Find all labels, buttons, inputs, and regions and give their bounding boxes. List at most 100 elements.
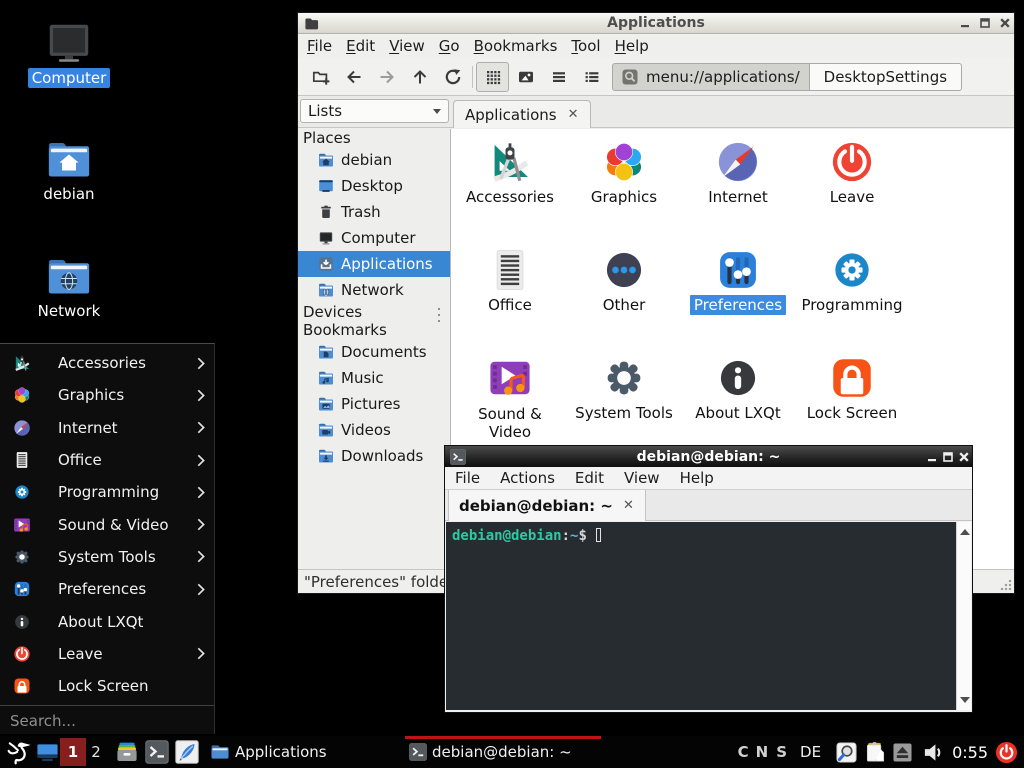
menu-search-input[interactable]: Search...: [0, 706, 214, 735]
start-menu: Accessories Graphics Internet Office Pro…: [0, 343, 215, 734]
tray-removable-media[interactable]: [893, 743, 912, 762]
app-other[interactable]: Other: [567, 250, 681, 315]
sidebar-view-selector[interactable]: Lists: [300, 99, 449, 123]
path-segment-current[interactable]: menu://applications/: [612, 63, 810, 91]
sidebar-item-debian[interactable]: debian: [298, 147, 450, 173]
menu-item-preferences[interactable]: Preferences: [0, 573, 214, 605]
menu-go[interactable]: Go: [432, 35, 467, 57]
back-button[interactable]: [337, 62, 370, 92]
menu-edit[interactable]: Edit: [339, 35, 382, 57]
menu-file[interactable]: File: [445, 467, 490, 489]
menu-item-about-lxqt[interactable]: About LXQt: [0, 605, 214, 637]
sidebar-item-downloads[interactable]: Downloads: [298, 443, 450, 469]
app-lock-screen[interactable]: Lock Screen: [795, 358, 909, 423]
start-menu-button[interactable]: [0, 739, 34, 766]
terminal-scrollbar[interactable]: [956, 522, 971, 710]
app-sound-video[interactable]: Sound & Video: [453, 358, 567, 441]
menu-item-internet[interactable]: Internet: [0, 412, 214, 444]
menu-help[interactable]: Help: [670, 467, 724, 489]
sidebar-item-computer[interactable]: Computer: [298, 225, 450, 251]
maximize-button[interactable]: [979, 17, 991, 29]
tray-volume[interactable]: [922, 741, 945, 764]
terminal-titlebar[interactable]: debian@debian: ~: [445, 446, 972, 467]
app-accessories[interactable]: Accessories: [453, 142, 567, 207]
tab-close-icon[interactable]: ✕: [568, 107, 579, 122]
lxqt-logo-icon: [4, 739, 31, 766]
sidebar-item-music[interactable]: Music: [298, 365, 450, 391]
menu-item-system-tools[interactable]: System Tools: [0, 541, 214, 573]
keyboard-layout-indicator[interactable]: DE: [800, 743, 821, 761]
scroll-up-icon[interactable]: [959, 526, 971, 538]
app-internet[interactable]: Internet: [681, 142, 795, 207]
desktop-icon-computer[interactable]: Computer: [21, 22, 117, 88]
app-graphics[interactable]: Graphics: [567, 142, 681, 207]
clock[interactable]: 0:55: [952, 743, 988, 762]
workspace-2-button[interactable]: 2: [86, 738, 106, 766]
menu-item-sound-video[interactable]: Sound & Video: [0, 508, 214, 540]
terminal-tab[interactable]: debian@debian: ~ ✕: [448, 490, 646, 521]
leave-button[interactable]: [995, 741, 1018, 764]
scroll-down-icon[interactable]: [959, 694, 971, 706]
sidebar-item-trash[interactable]: Trash: [298, 199, 450, 225]
sidebar-item-documents[interactable]: Documents: [298, 339, 450, 365]
new-tab-button[interactable]: [304, 62, 337, 92]
detailed-view-button[interactable]: [575, 62, 608, 92]
show-desktop-button[interactable]: [34, 741, 60, 764]
minimize-button[interactable]: [926, 451, 938, 463]
close-button[interactable]: [958, 451, 970, 463]
tab-close-icon[interactable]: ✕: [623, 498, 634, 513]
desktop-icon-debian[interactable]: debian: [21, 138, 117, 204]
menu-view[interactable]: View: [614, 467, 670, 489]
terminal-content[interactable]: debian@debian:~$: [446, 522, 971, 710]
menu-item-leave[interactable]: Leave: [0, 638, 214, 670]
sidebar-item-desktop[interactable]: Desktop: [298, 173, 450, 199]
compact-view-button[interactable]: [542, 62, 575, 92]
fm-titlebar[interactable]: Applications: [298, 13, 1014, 34]
app-preferences[interactable]: Preferences: [681, 250, 795, 315]
tab-applications[interactable]: Applications ✕: [453, 100, 591, 128]
menu-view[interactable]: View: [382, 35, 432, 57]
quicklaunch-terminal[interactable]: [142, 740, 172, 764]
forward-button[interactable]: [370, 62, 403, 92]
sidebar-item-applications[interactable]: Applications: [298, 251, 450, 277]
desktop-icon-network[interactable]: Network: [21, 255, 117, 321]
toolbar-separator: [472, 66, 473, 88]
refresh-button[interactable]: [436, 62, 469, 92]
quicklaunch-featherpad[interactable]: [172, 740, 202, 764]
volume-icon: [922, 741, 945, 764]
thumbnail-view-button[interactable]: [509, 62, 542, 92]
close-button[interactable]: [999, 17, 1011, 29]
workspace-1-button[interactable]: 1: [60, 738, 86, 766]
menu-actions[interactable]: Actions: [490, 467, 565, 489]
task-button-terminal[interactable]: debian@debian: ~: [405, 736, 601, 768]
menu-item-programming[interactable]: Programming: [0, 476, 214, 508]
minimize-button[interactable]: [959, 17, 971, 29]
app-system-tools[interactable]: System Tools: [567, 358, 681, 423]
app-leave[interactable]: Leave: [795, 142, 909, 207]
tray-clipboard[interactable]: [864, 741, 887, 764]
path-segment-desktopsettings[interactable]: DesktopSettings: [810, 63, 962, 91]
app-office[interactable]: Office: [453, 250, 567, 315]
task-button-applications[interactable]: Applications: [206, 736, 402, 768]
menu-tool[interactable]: Tool: [564, 35, 607, 57]
menu-bookmarks[interactable]: Bookmarks: [467, 35, 565, 57]
sidebar-item-pictures[interactable]: Pictures: [298, 391, 450, 417]
quicklaunch-file-manager[interactable]: [112, 740, 142, 764]
app-programming[interactable]: Programming: [795, 250, 909, 315]
menu-help[interactable]: Help: [608, 35, 656, 57]
back-icon: [345, 68, 363, 86]
tray-screenshot[interactable]: [836, 742, 857, 763]
menu-item-accessories[interactable]: Accessories: [0, 347, 214, 379]
icon-view-button[interactable]: [476, 62, 509, 92]
sidebar-item-videos[interactable]: Videos: [298, 417, 450, 443]
resize-grip[interactable]: [1000, 579, 1012, 591]
menu-item-office[interactable]: Office: [0, 444, 214, 476]
up-button[interactable]: [403, 62, 436, 92]
app-about-lxqt[interactable]: About LXQt: [681, 358, 795, 423]
menu-item-graphics[interactable]: Graphics: [0, 379, 214, 411]
maximize-button[interactable]: [942, 451, 954, 463]
menu-file[interactable]: File: [300, 35, 339, 57]
menu-item-lock-screen[interactable]: Lock Screen: [0, 670, 214, 702]
sidebar-item-network[interactable]: Network: [298, 277, 450, 303]
menu-edit[interactable]: Edit: [565, 467, 614, 489]
